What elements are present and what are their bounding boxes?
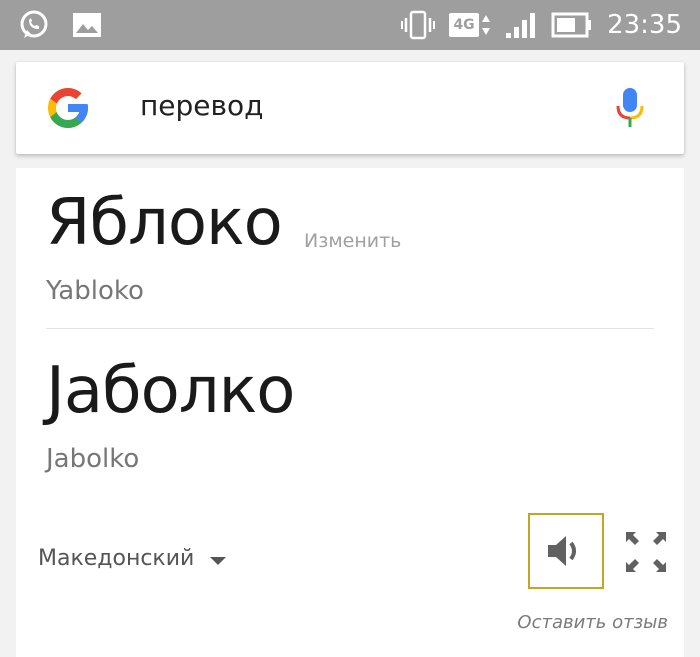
status-time: 23:35 xyxy=(607,10,682,40)
target-word: Јаболко xyxy=(46,354,295,428)
target-transliteration: Jabolko xyxy=(46,444,140,474)
target-language-dropdown[interactable]: Македонский xyxy=(38,546,227,571)
google-logo-icon xyxy=(48,88,88,128)
target-language-label: Македонский xyxy=(38,546,195,571)
status-bar: 4G 23:35 xyxy=(0,0,700,50)
status-right-icons: 4G 23:35 xyxy=(401,0,682,50)
dropdown-caret-icon xyxy=(210,556,227,565)
gallery-icon xyxy=(73,13,101,37)
source-transliteration: Yabloko xyxy=(46,276,144,306)
status-left-icons xyxy=(18,9,102,41)
search-query[interactable]: перевод xyxy=(140,89,264,122)
data-arrows-icon xyxy=(482,15,491,35)
speak-button[interactable] xyxy=(528,513,604,589)
speaker-icon xyxy=(548,536,576,566)
change-source-link[interactable]: Изменить xyxy=(304,230,401,252)
translation-card: Яблоко Изменить Yabloko Јаболко Jabolko … xyxy=(16,168,684,657)
feedback-link[interactable]: Оставить отзыв xyxy=(517,612,668,633)
whatsapp-icon xyxy=(20,10,48,38)
expand-icon[interactable] xyxy=(624,530,668,574)
divider xyxy=(46,328,654,329)
signal-icon xyxy=(506,13,536,38)
vibrate-icon xyxy=(401,10,436,40)
search-bar[interactable]: перевод xyxy=(16,62,684,154)
battery-icon xyxy=(551,12,592,38)
network-indicator: 4G xyxy=(449,13,491,37)
network-4g-icon: 4G xyxy=(449,13,480,37)
mic-icon[interactable] xyxy=(614,86,646,130)
source-word: Яблоко xyxy=(46,186,283,260)
